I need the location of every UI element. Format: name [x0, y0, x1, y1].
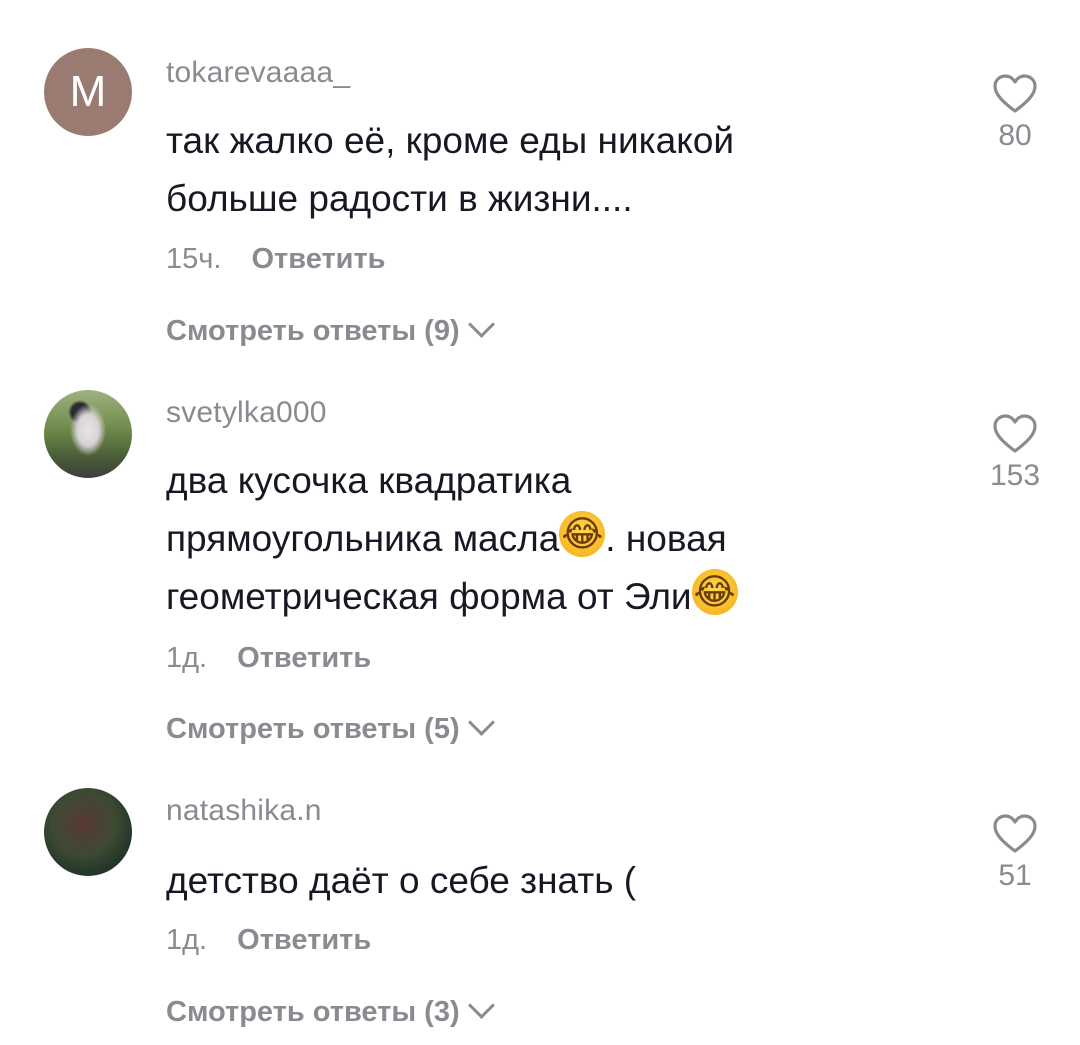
reply-button[interactable]: Ответить — [252, 243, 386, 275]
comment-text: детство даёт о себе знать ( — [166, 852, 966, 910]
comment-text-line: детство даёт о себе знать ( — [166, 860, 637, 901]
comment-text-line: геометрическая форма от Эли😂 — [166, 568, 966, 626]
comment-meta: 15ч. Ответить — [166, 241, 386, 277]
comment-text-line: прямоугольника масла😂. новая — [166, 510, 966, 568]
heart-outline-icon — [993, 814, 1037, 853]
comment-text: так жалко её, кроме еды никакой больше р… — [166, 112, 966, 228]
view-replies-label: Смотреть ответы (5) — [166, 713, 460, 745]
comment-text-line: так жалко её, кроме еды никакой — [166, 120, 735, 161]
view-replies-label: Смотреть ответы (9) — [166, 315, 460, 347]
comment-text: два кусочка квадратика прямоугольника ма… — [166, 452, 966, 626]
comment-username[interactable]: natashika.n — [166, 794, 322, 828]
view-replies-button[interactable]: Смотреть ответы (3) — [166, 992, 495, 1030]
like-button[interactable]: 153 — [975, 414, 1055, 494]
comment-meta: 1д. Ответить — [166, 922, 371, 958]
view-replies-label: Смотреть ответы (3) — [166, 996, 460, 1028]
heart-outline-icon — [993, 74, 1037, 113]
comment-text-segment: геометрическая форма от Эли — [166, 576, 692, 617]
like-button[interactable]: 51 — [975, 814, 1055, 894]
comment-text-line: два кусочка квадратика — [166, 460, 572, 501]
comment-text-line: больше радости в жизни.... — [166, 178, 633, 219]
view-replies-button[interactable]: Смотреть ответы (5) — [166, 709, 495, 747]
comment-username[interactable]: tokarevaaaa_ — [166, 56, 350, 90]
chevron-down-icon — [467, 709, 495, 736]
chevron-down-icon — [467, 311, 495, 338]
laughing-emoji-icon: 😂 — [691, 569, 738, 615]
avatar[interactable] — [44, 788, 132, 876]
comment-username[interactable]: svetylka000 — [166, 396, 327, 430]
heart-outline-icon — [993, 414, 1037, 453]
view-replies-button[interactable]: Смотреть ответы (9) — [166, 311, 495, 349]
avatar[interactable] — [44, 390, 132, 478]
like-count: 153 — [989, 459, 1041, 492]
comment-meta: 1д. Ответить — [166, 640, 371, 676]
like-count: 51 — [998, 859, 1032, 892]
reply-button[interactable]: Ответить — [237, 924, 371, 956]
chevron-down-icon — [467, 992, 495, 1019]
avatar[interactable]: M — [44, 48, 132, 136]
reply-button[interactable]: Ответить — [237, 642, 371, 674]
like-button[interactable]: 80 — [975, 74, 1055, 154]
like-count: 80 — [998, 119, 1032, 152]
comment-time: 1д. — [166, 924, 208, 956]
comment-time: 1д. — [166, 642, 208, 674]
comment-text-segment: . новая — [605, 518, 727, 559]
laughing-emoji-icon: 😂 — [559, 511, 606, 557]
comment-time: 15ч. — [166, 243, 222, 275]
comment-text-segment: прямоугольника масла — [166, 518, 560, 559]
